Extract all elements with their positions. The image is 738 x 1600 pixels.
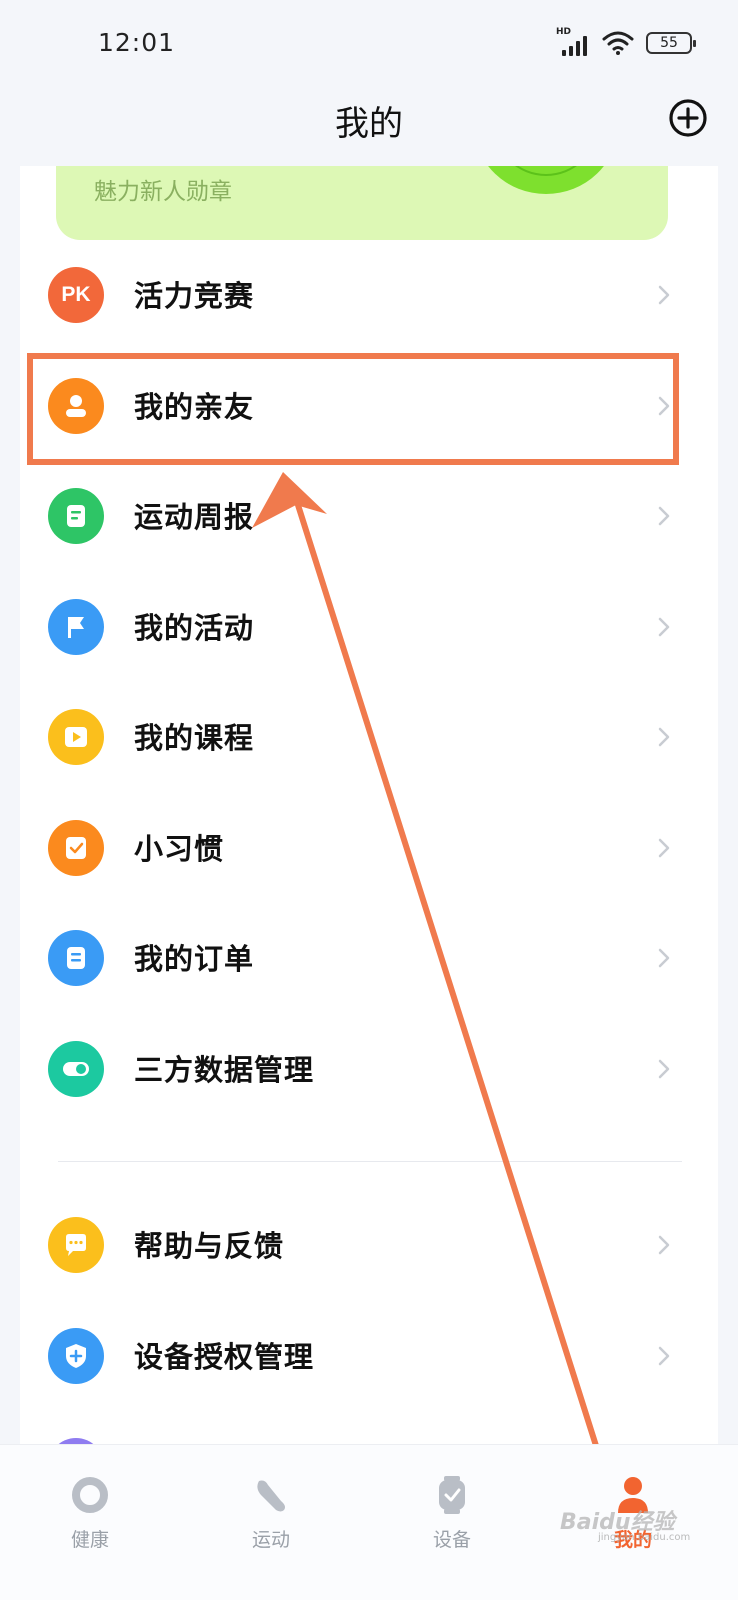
add-button[interactable] [668, 98, 708, 138]
medal-badge [474, 166, 618, 194]
menu-item-competition[interactable]: PK 活力竞赛 [20, 240, 718, 350]
tab-sport[interactable]: 运动 [196, 1445, 346, 1600]
pk-icon: PK [48, 267, 104, 323]
chevron-right-icon [658, 838, 670, 858]
menu-item-label: 我的活动 [134, 611, 255, 645]
chevron-right-icon [658, 948, 670, 968]
page-title: 我的 [335, 104, 403, 144]
tab-health[interactable]: 健康 [15, 1445, 165, 1600]
medal-card[interactable]: 魅力新人勋章 [56, 166, 668, 240]
pk-icon-text: PK [61, 283, 91, 306]
chevron-right-icon [658, 1059, 670, 1079]
signal-icon: HD [556, 27, 590, 56]
menu-item-activities[interactable]: 我的活动 [20, 572, 718, 682]
person-icon [48, 378, 104, 434]
ring-icon [72, 1477, 108, 1513]
menu-item-label: 小习惯 [134, 832, 225, 866]
shoe-icon [257, 1480, 285, 1512]
status-icons: HD 55 [556, 27, 696, 56]
menu-item-habits[interactable]: 小习惯 [20, 793, 718, 903]
medal-title: 魅力新人勋章 [94, 179, 232, 205]
tab-label: 运动 [251, 1529, 290, 1551]
menu-item-label: 活力竞赛 [134, 279, 255, 313]
chevron-right-icon [658, 617, 670, 637]
menu-list[interactable]: 魅力新人勋章 PK 活力竞赛 我的亲友 运动周报 我的活动 我的课程 小习惯 我… [20, 166, 718, 1476]
menu-item-label: 帮助与反馈 [134, 1229, 285, 1263]
menu-item-label: 我的订单 [134, 942, 255, 976]
chat-icon [48, 1217, 104, 1273]
menu-item-weekly-report[interactable]: 运动周报 [20, 461, 718, 571]
menu-item-orders[interactable]: 我的订单 [20, 903, 718, 1013]
flag-icon [48, 599, 104, 655]
habit-icon [48, 820, 104, 876]
chevron-right-icon [658, 506, 670, 526]
tab-label: 健康 [70, 1529, 109, 1551]
section-divider [58, 1161, 682, 1162]
report-icon [48, 488, 104, 544]
wifi-icon [602, 31, 634, 55]
watch-icon [439, 1476, 465, 1514]
tab-label: 设备 [432, 1529, 471, 1551]
tab-device[interactable]: 设备 [377, 1445, 527, 1600]
menu-item-device-authorization[interactable]: 设备授权管理 [20, 1301, 718, 1411]
chevron-right-icon [658, 396, 670, 416]
chevron-right-icon [658, 727, 670, 747]
menu-item-label: 三方数据管理 [134, 1053, 315, 1087]
chevron-right-icon [658, 1235, 670, 1255]
status-time: 12:01 [98, 28, 176, 57]
toggle-icon [48, 1041, 104, 1097]
menu-item-label: 设备授权管理 [134, 1340, 315, 1374]
menu-item-third-party-data[interactable]: 三方数据管理 [20, 1014, 718, 1124]
chevron-right-icon [658, 285, 670, 305]
menu-item-label: 运动周报 [134, 500, 255, 534]
menu-item-courses[interactable]: 我的课程 [20, 682, 718, 792]
play-icon [48, 709, 104, 765]
chevron-right-icon [658, 1346, 670, 1366]
menu-item-label: 我的亲友 [134, 390, 255, 424]
menu-item-label: 我的课程 [134, 721, 255, 755]
watermark-url: jingyan.baidu.com [598, 1532, 691, 1543]
battery-indicator: 55 [646, 32, 696, 54]
status-bar: 12:01 HD 55 [0, 0, 738, 80]
order-icon [48, 930, 104, 986]
shield-icon [48, 1328, 104, 1384]
menu-item-help-feedback[interactable]: 帮助与反馈 [20, 1190, 718, 1300]
page-header: 我的 [0, 80, 738, 166]
menu-item-family[interactable]: 我的亲友 [20, 351, 718, 461]
